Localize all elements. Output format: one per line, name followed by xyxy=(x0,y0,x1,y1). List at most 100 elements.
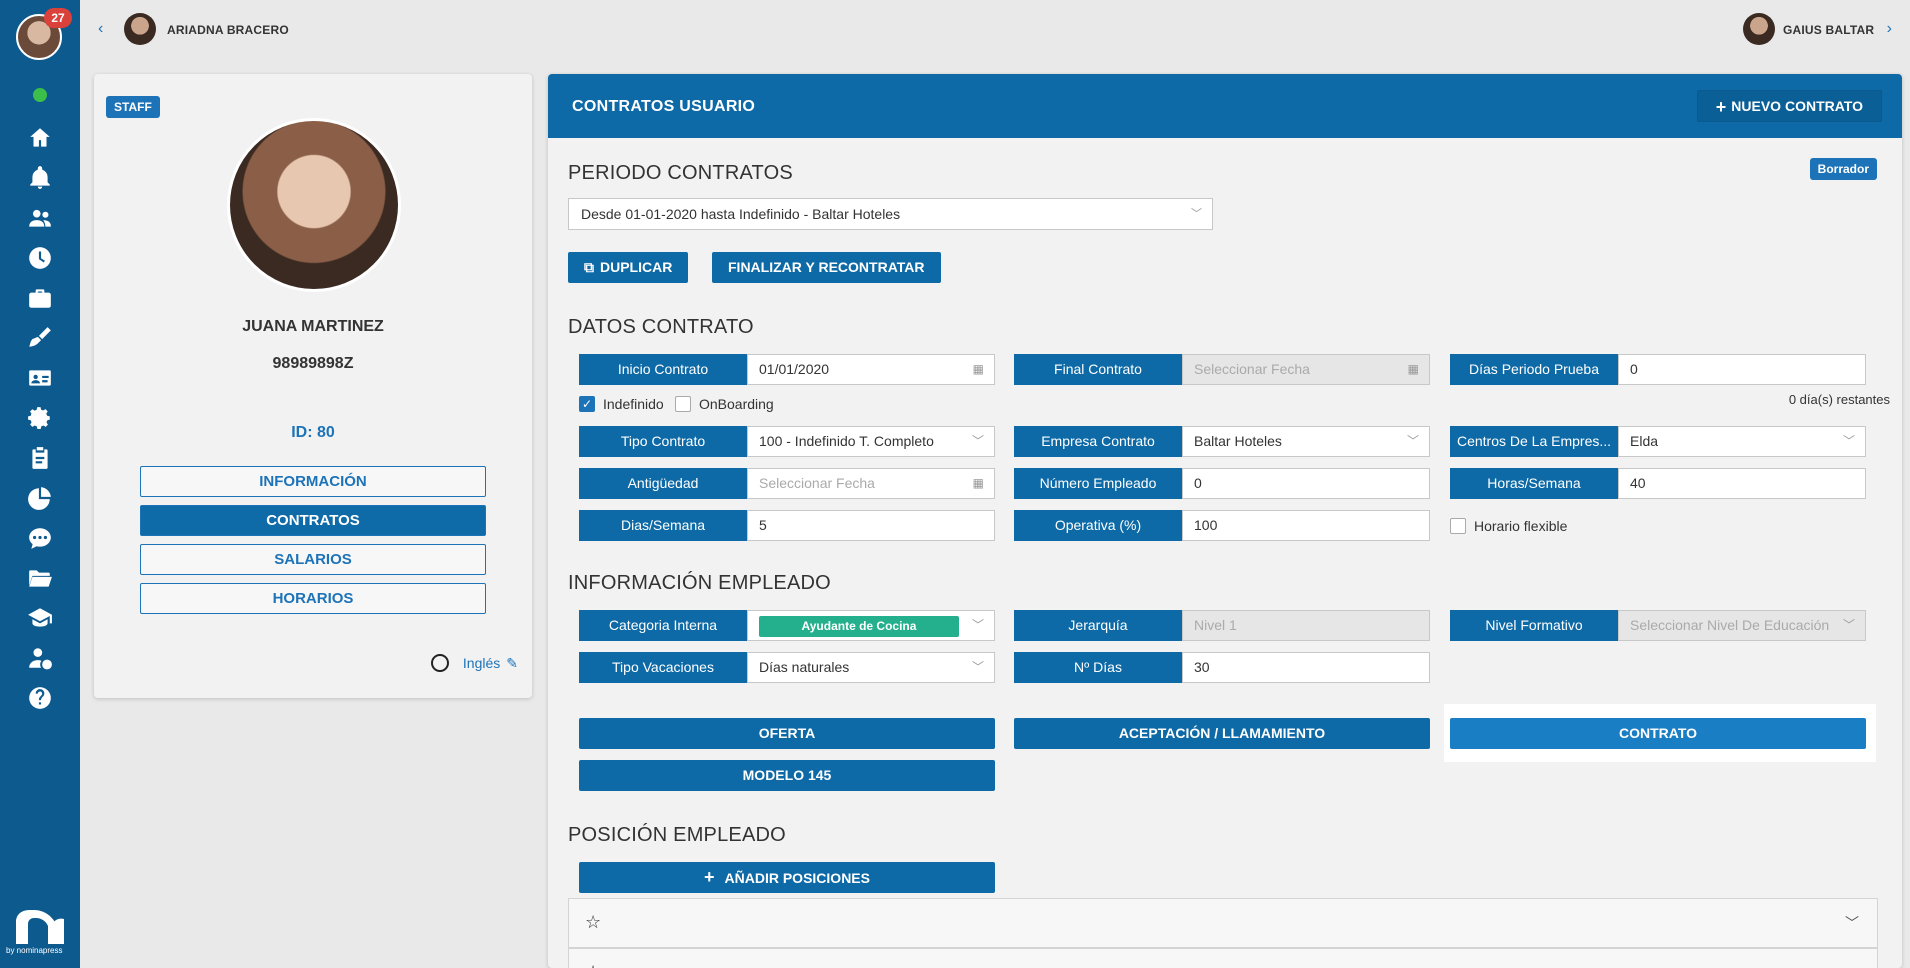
chevron-down-icon: ﹀ xyxy=(971,618,984,632)
jerarquia-label: Jerarquía xyxy=(1014,610,1182,641)
centros-empresa-label: Centros De La Empres... xyxy=(1450,426,1618,457)
categoria-interna-select[interactable]: Ayudante de Cocina ﹀ xyxy=(747,610,995,641)
position-row[interactable]: ☆ xyxy=(568,948,1878,968)
home-icon xyxy=(30,128,50,147)
nav-jobs[interactable] xyxy=(0,278,80,318)
dias-semana-label: Dias/Semana xyxy=(579,510,747,541)
chevron-down-icon: ﹀ xyxy=(971,660,984,674)
horas-semana-input[interactable]: 40 xyxy=(1618,468,1866,499)
star-icon[interactable]: ☆ xyxy=(585,912,601,933)
antiguedad-input[interactable]: Seleccionar Fecha ▦ xyxy=(747,468,995,499)
new-contract-button[interactable]: + NUEVO CONTRATO xyxy=(1696,90,1882,122)
numero-empleado-field: Número Empleado 0 xyxy=(1014,468,1430,499)
oferta-button[interactable]: OFERTA xyxy=(579,718,995,749)
nav-time[interactable] xyxy=(0,238,80,278)
horario-flexible-label: Horario flexible xyxy=(1474,518,1568,534)
id-card-icon xyxy=(29,370,51,386)
tipo-contrato-select[interactable]: 100 - Indefinido T. Completo ﹀ xyxy=(747,426,995,457)
nominapress-logo xyxy=(16,910,64,944)
dias-semana-field: Dias/Semana 5 xyxy=(579,510,995,541)
centros-empresa-value: Elda xyxy=(1630,433,1659,449)
dias-semana-input[interactable]: 5 xyxy=(747,510,995,541)
horario-flexible-checkbox[interactable]: Horario flexible xyxy=(1450,518,1567,534)
empresa-contrato-field: Empresa Contrato Baltar Hoteles ﹀ xyxy=(1014,426,1430,457)
nav-chat[interactable] xyxy=(0,518,80,558)
tipo-vacaciones-field: Tipo Vacaciones Días naturales ﹀ xyxy=(579,652,995,683)
panel-title: CONTRATOS USUARIO xyxy=(572,98,756,115)
indefinido-checkbox[interactable]: ✓ Indefinido xyxy=(579,396,664,412)
numero-dias-input[interactable]: 30 xyxy=(1182,652,1430,683)
onboarding-checkbox[interactable]: OnBoarding xyxy=(675,396,774,412)
plus-icon: + xyxy=(704,867,715,887)
empresa-contrato-select[interactable]: Baltar Hoteles ﹀ xyxy=(1182,426,1430,457)
inicio-contrato-input[interactable]: 01/01/2020 ▦ xyxy=(747,354,995,385)
tools-icon xyxy=(29,327,51,347)
tipo-vacaciones-label: Tipo Vacaciones xyxy=(579,652,747,683)
nivel-formativo-select[interactable]: Seleccionar Nivel De Educación ﹀ xyxy=(1618,610,1866,641)
antiguedad-label: Antigüedad xyxy=(579,468,747,499)
nav-employees[interactable] xyxy=(0,358,80,398)
period-select[interactable]: Desde 01-01-2020 hasta Indefinido - Balt… xyxy=(568,198,1213,230)
duplicate-button[interactable]: ⧉ DUPLICAR xyxy=(568,252,689,283)
numero-empleado-input[interactable]: 0 xyxy=(1182,468,1430,499)
dias-prueba-field: Días Periodo Prueba 0 xyxy=(1450,354,1866,385)
nav-notifications[interactable] xyxy=(0,158,80,198)
pie-chart-icon xyxy=(28,487,51,510)
next-user-chevron-icon[interactable]: › xyxy=(1887,20,1892,38)
nav-home[interactable] xyxy=(0,118,80,158)
next-user-avatar[interactable] xyxy=(1743,13,1775,45)
nav-payroll[interactable] xyxy=(0,638,80,678)
top-bar: ‹ ARIADNA BRACERO GAIUS BALTAR › xyxy=(80,0,1910,58)
language-label[interactable]: Inglés xyxy=(463,655,500,671)
tipo-contrato-field: Tipo Contrato 100 - Indefinido T. Comple… xyxy=(579,426,995,457)
finalize-rehire-button[interactable]: FINALIZAR Y RECONTRATAR xyxy=(712,252,941,283)
operativa-field: Operativa (%) 100 xyxy=(1014,510,1430,541)
users-icon xyxy=(29,209,51,227)
section-datos-title: DATOS CONTRATO xyxy=(568,316,754,338)
globe-icon xyxy=(430,654,449,672)
dias-prueba-input[interactable]: 0 xyxy=(1618,354,1866,385)
chevron-down-icon[interactable]: ﹀ xyxy=(1845,913,1859,933)
previous-user-name[interactable]: ARIADNA BRACERO xyxy=(167,23,289,37)
staff-badge: STAFF xyxy=(106,96,160,118)
checkbox-empty-icon xyxy=(1450,518,1466,534)
operativa-label: Operativa (%) xyxy=(1014,510,1182,541)
final-contrato-input[interactable]: Seleccionar Fecha ▦ xyxy=(1182,354,1430,385)
operativa-input[interactable]: 100 xyxy=(1182,510,1430,541)
add-positions-button[interactable]: + AÑADIR POSICIONES xyxy=(579,862,995,893)
star-icon[interactable]: ☆ xyxy=(585,962,601,968)
position-row[interactable]: ☆ ﹀ xyxy=(568,898,1878,948)
nav-reports[interactable] xyxy=(0,478,80,518)
tab-horarios[interactable]: HORARIOS xyxy=(140,583,486,614)
tipo-vacaciones-select[interactable]: Días naturales ﹀ xyxy=(747,652,995,683)
centros-empresa-field: Centros De La Empres... Elda ﹀ xyxy=(1450,426,1866,457)
section-posicion-title: POSICIÓN EMPLEADO xyxy=(568,824,786,846)
tab-contratos[interactable]: CONTRATOS xyxy=(140,505,486,536)
language-selector[interactable]: Inglés ✎ xyxy=(430,654,518,672)
modelo-145-button[interactable]: MODELO 145 xyxy=(579,760,995,791)
tab-informacion[interactable]: INFORMACIÓN xyxy=(140,466,486,497)
payroll-user-icon xyxy=(29,648,52,670)
aceptacion-llamamiento-button[interactable]: ACEPTACIÓN / LLAMAMIENTO xyxy=(1014,718,1430,749)
folder-icon xyxy=(29,570,52,587)
nav-settings[interactable] xyxy=(0,398,80,438)
nav-help[interactable] xyxy=(0,678,80,718)
previous-user-avatar[interactable] xyxy=(124,13,156,45)
tab-salarios[interactable]: SALARIOS xyxy=(140,544,486,575)
nav-users[interactable] xyxy=(0,198,80,238)
contrato-button[interactable]: CONTRATO xyxy=(1450,718,1866,749)
checkbox-empty-icon xyxy=(675,396,691,412)
gear-icon xyxy=(28,407,50,429)
antiguedad-field: Antigüedad Seleccionar Fecha ▦ xyxy=(579,468,995,499)
nivel-formativo-placeholder: Seleccionar Nivel De Educación xyxy=(1630,617,1830,633)
next-user-name[interactable]: GAIUS BALTAR xyxy=(1783,23,1874,37)
pencil-icon[interactable]: ✎ xyxy=(506,655,518,672)
centros-empresa-select[interactable]: Elda ﹀ xyxy=(1618,426,1866,457)
nav-tasks[interactable] xyxy=(0,438,80,478)
remaining-days-text: 0 día(s) restantes xyxy=(1788,392,1890,407)
nav-training[interactable] xyxy=(0,598,80,638)
nav-cleaning[interactable] xyxy=(0,318,80,358)
nav-files[interactable] xyxy=(0,558,80,598)
checkbox-checked-icon: ✓ xyxy=(579,396,595,412)
previous-user-chevron-icon[interactable]: ‹ xyxy=(98,20,103,38)
